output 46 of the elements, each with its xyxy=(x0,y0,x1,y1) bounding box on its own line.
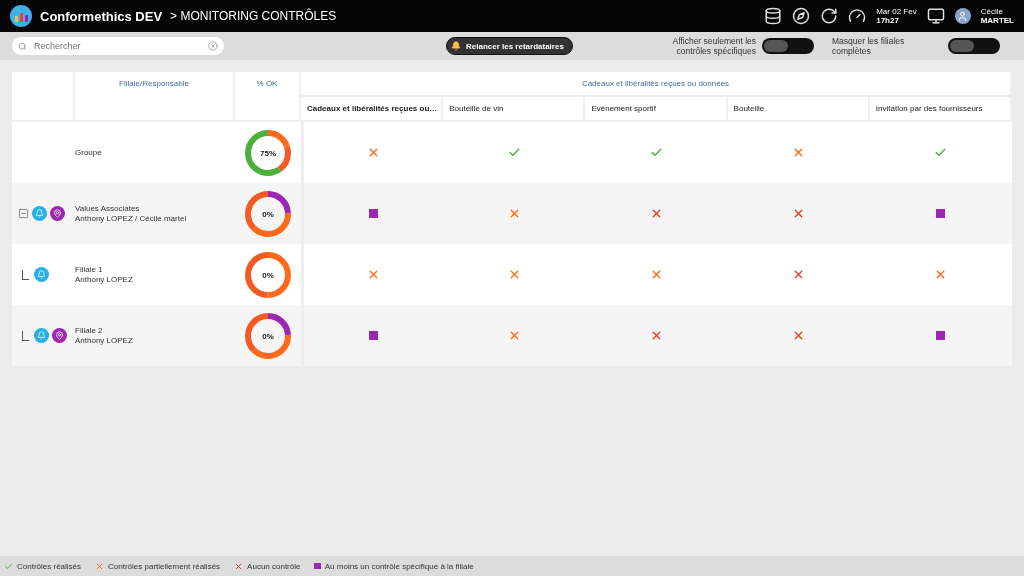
compass-icon[interactable] xyxy=(792,7,811,25)
toggle-label: Afficher seulement les contrôles spécifiques xyxy=(671,36,756,56)
collapse-icon[interactable] xyxy=(18,208,29,219)
legend-item: Aucun contrôle xyxy=(234,561,301,571)
search-icon xyxy=(18,41,27,51)
legend-item: Contrôles partiellement réalisés xyxy=(95,561,221,571)
time-text: 17h27 xyxy=(876,16,900,25)
percent-text: 75% xyxy=(260,148,276,157)
app-name: Conformethics DEV xyxy=(40,8,163,24)
toggle-label: Masquer les filiales complètes xyxy=(832,36,906,56)
user-first-name: Cécile xyxy=(980,7,1004,16)
pin-icon[interactable] xyxy=(50,206,65,221)
donut-ring xyxy=(243,188,293,239)
pin-icon[interactable] xyxy=(52,328,67,343)
column-group-header: Cadeaux et libéralités reçues ou données xyxy=(301,72,1012,97)
legend-item: Au moins un contrôle spécifique à la filiale xyxy=(314,561,474,571)
donut-ring xyxy=(243,249,293,300)
toggle-switch[interactable] xyxy=(948,38,1000,54)
percent-text: 0% xyxy=(262,331,274,340)
percent-text: 0% xyxy=(262,209,274,218)
entity-text: Filiale 2 xyxy=(75,325,103,336)
entity-text: Anthony LOPEZ / Cécile martel xyxy=(75,213,187,224)
bell-icon xyxy=(451,41,461,51)
donut-ring xyxy=(243,127,293,178)
page-title: > MONITORING CONTRÔLES xyxy=(170,9,337,23)
entity-text: Groupe xyxy=(75,147,102,158)
donut-ring xyxy=(243,310,293,361)
bell-icon[interactable] xyxy=(34,267,49,282)
database-icon[interactable] xyxy=(764,7,783,25)
entity-text: Anthony LOPEZ xyxy=(75,274,133,285)
percent-text: 0% xyxy=(262,270,274,279)
entity-text: Anthony LOPEZ xyxy=(75,335,133,346)
entity-text: Filiale 1 xyxy=(75,264,103,275)
gauge-icon[interactable] xyxy=(848,7,867,25)
avatar-icon[interactable] xyxy=(954,8,971,24)
user-last-name: MARTEL xyxy=(980,16,1014,25)
refresh-icon[interactable] xyxy=(820,7,839,25)
legend-item: Contrôles réalisés xyxy=(4,561,82,571)
date-text: Mar 02 Fev xyxy=(876,7,917,16)
remind-button[interactable]: Relancer les retardataires xyxy=(446,37,573,55)
search-input[interactable]: Rechercher xyxy=(32,40,203,52)
search-field[interactable]: Rechercher xyxy=(12,37,224,55)
entity-text: Values Associates xyxy=(75,203,140,214)
toggle-switch[interactable] xyxy=(762,38,814,54)
logo-icon xyxy=(10,5,32,27)
monitor-icon[interactable] xyxy=(926,7,945,25)
